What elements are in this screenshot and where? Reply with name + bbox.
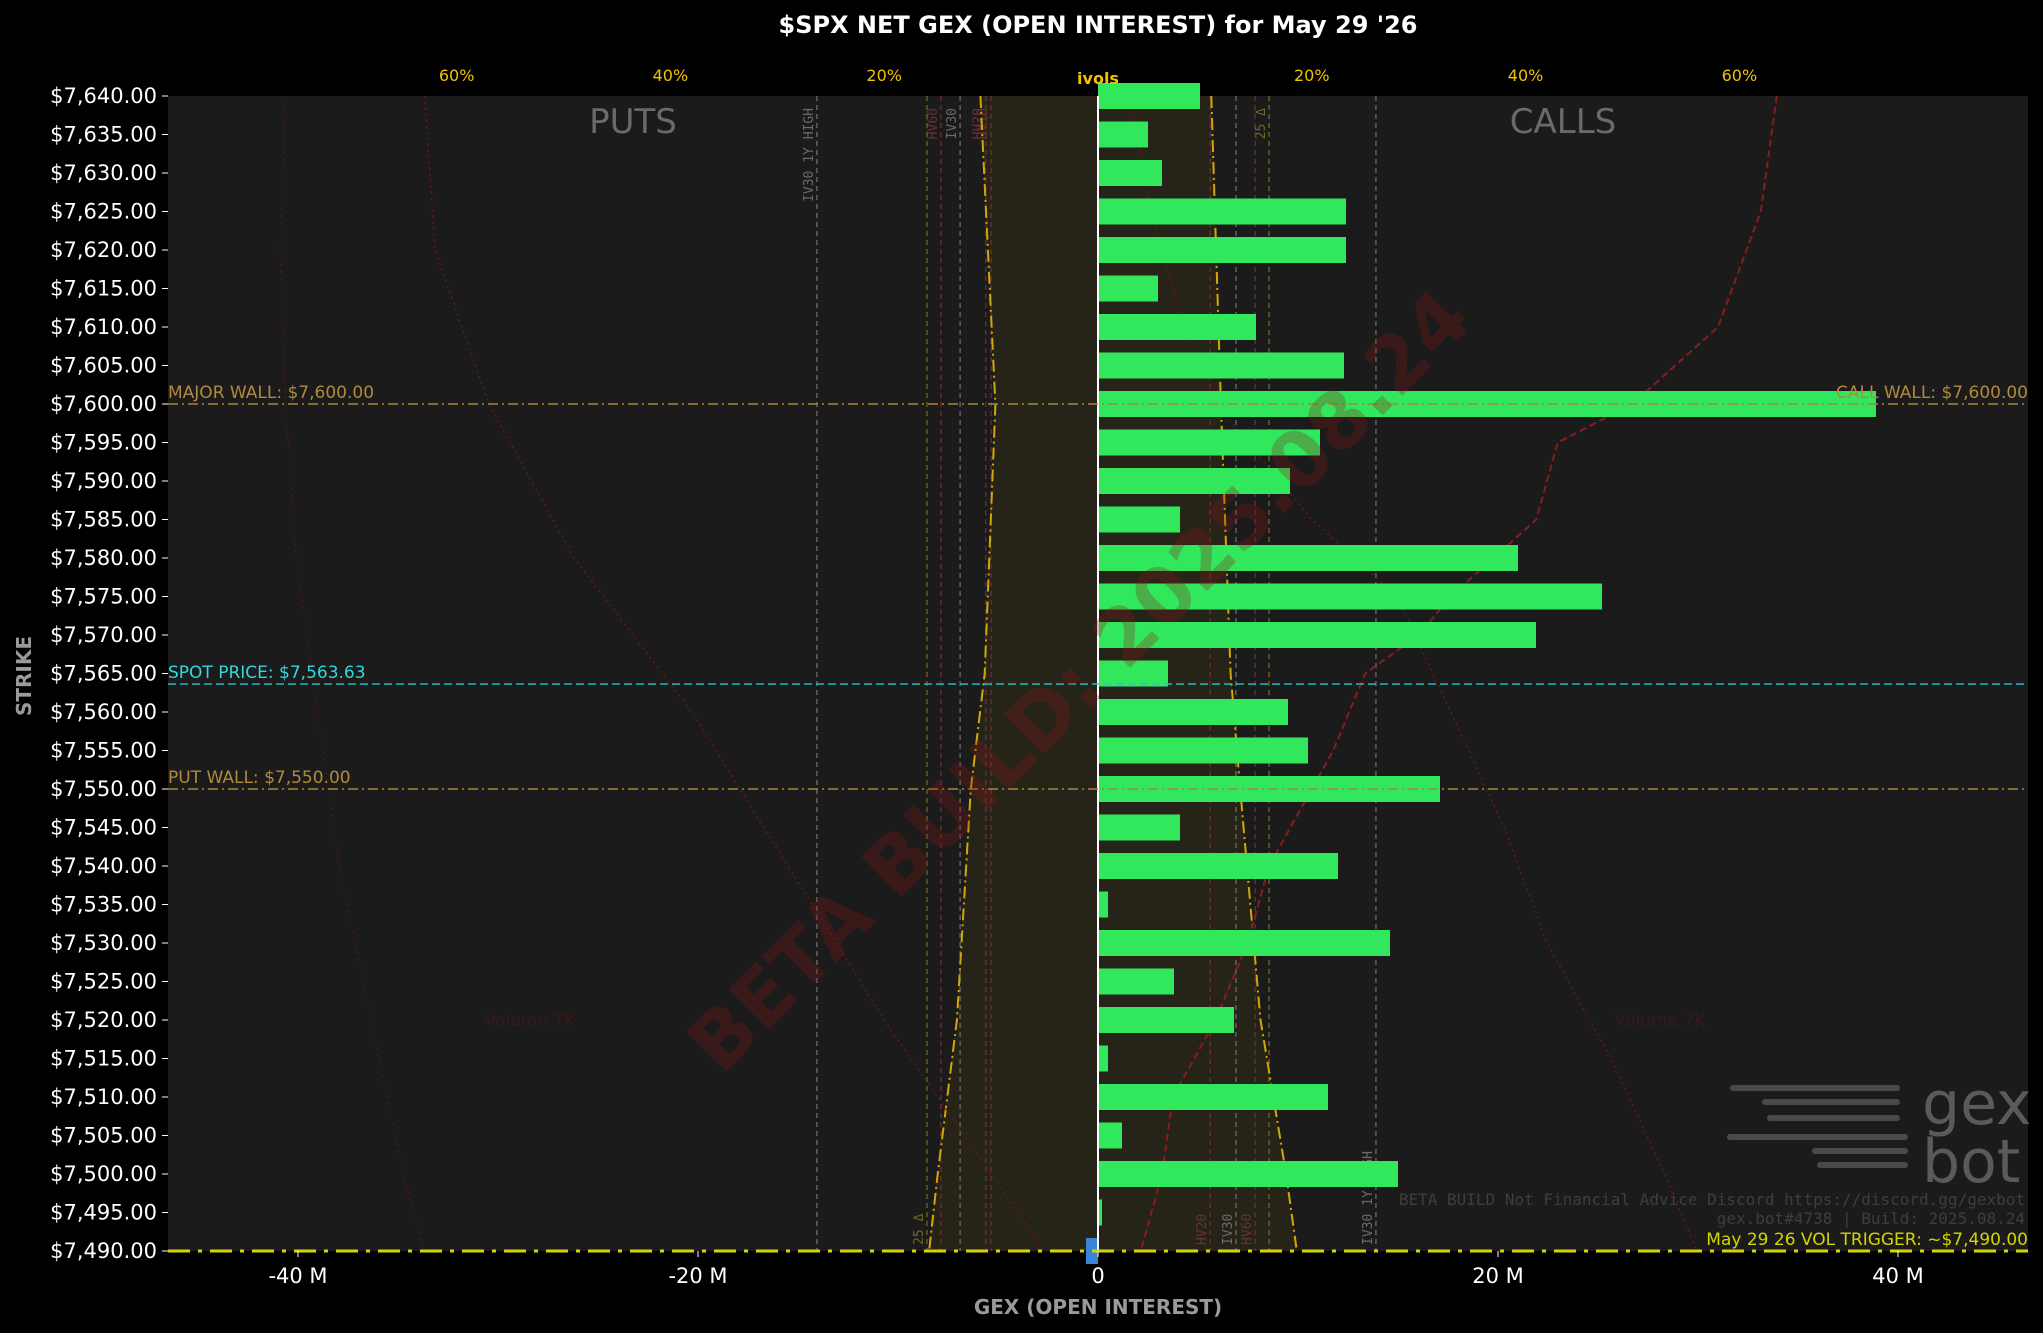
gex-bar xyxy=(1098,853,1338,879)
gex-bar xyxy=(1098,930,1390,956)
y-tick-label: $7,520.00 xyxy=(50,1008,157,1032)
gex-bar xyxy=(1098,1161,1398,1187)
y-tick-label: $7,635.00 xyxy=(50,123,157,147)
gex-bar xyxy=(1098,737,1308,764)
y-tick-label: $7,640.00 xyxy=(50,84,157,108)
y-tick-label: $7,575.00 xyxy=(50,585,157,609)
y-tick-label: $7,630.00 xyxy=(50,161,157,185)
gex-bar xyxy=(1098,1045,1108,1072)
y-tick-label: $7,540.00 xyxy=(50,854,157,878)
calls-region-label: CALLS xyxy=(1510,102,1616,142)
gex-bar xyxy=(1098,352,1344,379)
y-tick-label: $7,510.00 xyxy=(50,1085,157,1109)
footer-build: gex.bot#4738 | Build: 2025.08.24 xyxy=(1717,1209,2025,1228)
top-tick-label: 20% xyxy=(866,66,902,85)
gex-bar xyxy=(1098,121,1148,148)
gex-bar xyxy=(1098,1084,1328,1110)
faint-volume-label: Volume 7K xyxy=(1615,1011,1706,1031)
gex-bar xyxy=(1098,314,1256,340)
marker-label: IV30 xyxy=(1221,1214,1236,1245)
y-tick-label: $7,600.00 xyxy=(50,392,157,416)
faint-volume-label: Volume 7K xyxy=(485,1011,576,1031)
marker-label: 25 Δ xyxy=(912,1214,927,1245)
y-tick-label: $7,580.00 xyxy=(50,546,157,570)
y-tick-label: $7,500.00 xyxy=(50,1162,157,1186)
y-tick-label: $7,545.00 xyxy=(50,816,157,840)
top-tick-label: 20% xyxy=(1294,66,1330,85)
marker-label: HV10 xyxy=(976,108,991,139)
reference-label-left: SPOT PRICE: $7,563.63 xyxy=(168,663,366,683)
gex-bar xyxy=(1098,198,1346,225)
x-tick-label: 20 M xyxy=(1472,1264,1524,1288)
gex-bar xyxy=(1098,275,1158,302)
marker-label: IV30 1Y HIGH xyxy=(802,108,817,202)
y-tick-label: $7,565.00 xyxy=(50,662,157,686)
y-tick-label: $7,625.00 xyxy=(50,200,157,224)
y-tick-label: $7,495.00 xyxy=(50,1201,157,1225)
y-tick-label: $7,590.00 xyxy=(50,469,157,493)
gex-bar xyxy=(1098,699,1288,725)
x-tick-label: -20 M xyxy=(668,1264,727,1288)
top-tick-label: 60% xyxy=(1722,66,1758,85)
x-tick-label: 40 M xyxy=(1872,1264,1924,1288)
top-tick-label: 40% xyxy=(653,66,689,85)
y-tick-label: $7,530.00 xyxy=(50,931,157,955)
y-tick-label: $7,515.00 xyxy=(50,1047,157,1071)
top-tick-label: 60% xyxy=(439,66,475,85)
marker-label: HV60 xyxy=(926,108,941,139)
y-tick-label: $7,620.00 xyxy=(50,238,157,262)
marker-label: 25 Δ xyxy=(1254,108,1269,139)
ivols-label: ivols xyxy=(1077,69,1119,88)
y-tick-label: $7,560.00 xyxy=(50,700,157,724)
gex-bar xyxy=(1098,814,1180,841)
marker-label: IV30 xyxy=(945,108,960,139)
y-tick-label: $7,525.00 xyxy=(50,970,157,994)
y-axis-title: STRIKE xyxy=(12,636,36,716)
x-axis-title: GEX (OPEN INTEREST) xyxy=(974,1295,1222,1319)
y-tick-label: $7,555.00 xyxy=(50,739,157,763)
y-tick-label: $7,605.00 xyxy=(50,354,157,378)
top-tick-label: 40% xyxy=(1508,66,1544,85)
chart-title: $SPX NET GEX (OPEN INTEREST) for May 29 … xyxy=(779,11,1418,39)
y-tick-label: $7,490.00 xyxy=(50,1239,157,1263)
y-tick-label: $7,505.00 xyxy=(50,1124,157,1148)
y-tick-label: $7,585.00 xyxy=(50,508,157,532)
y-tick-label: $7,535.00 xyxy=(50,893,157,917)
gex-bar xyxy=(1098,237,1346,263)
y-tick-label: $7,595.00 xyxy=(50,431,157,455)
x-tick-label: -40 M xyxy=(268,1264,327,1288)
y-tick-label: $7,550.00 xyxy=(50,777,157,801)
logo-text-bot: bot xyxy=(1922,1127,2020,1197)
puts-region-label: PUTS xyxy=(589,102,677,142)
x-tick-label: 0 xyxy=(1091,1264,1104,1288)
y-tick-label: $7,570.00 xyxy=(50,623,157,647)
footer-disclaimer: BETA BUILD Not Financial Advice Discord … xyxy=(1399,1190,2025,1209)
gex-bar xyxy=(1098,1122,1122,1149)
gex-bar xyxy=(1098,891,1108,918)
reference-label-right: May 29 26 VOL TRIGGER: ~$7,490.00 xyxy=(1706,1230,2028,1250)
gex-bar xyxy=(1098,1007,1234,1033)
marker-label: HV20 xyxy=(1195,1214,1210,1245)
y-tick-label: $7,610.00 xyxy=(50,315,157,339)
reference-label-left: PUT WALL: $7,550.00 xyxy=(168,768,351,788)
gex-bar xyxy=(1098,160,1162,186)
gex-chart: $SPX NET GEX (OPEN INTEREST) for May 29 … xyxy=(12,11,2031,1319)
marker-label: HV60 xyxy=(1240,1214,1255,1245)
y-tick-label: $7,615.00 xyxy=(50,277,157,301)
reference-label-right: CALL WALL: $7,600.00 xyxy=(1836,383,2028,403)
gex-bar xyxy=(1098,968,1174,995)
reference-label-left: MAJOR WALL: $7,600.00 xyxy=(168,383,374,403)
